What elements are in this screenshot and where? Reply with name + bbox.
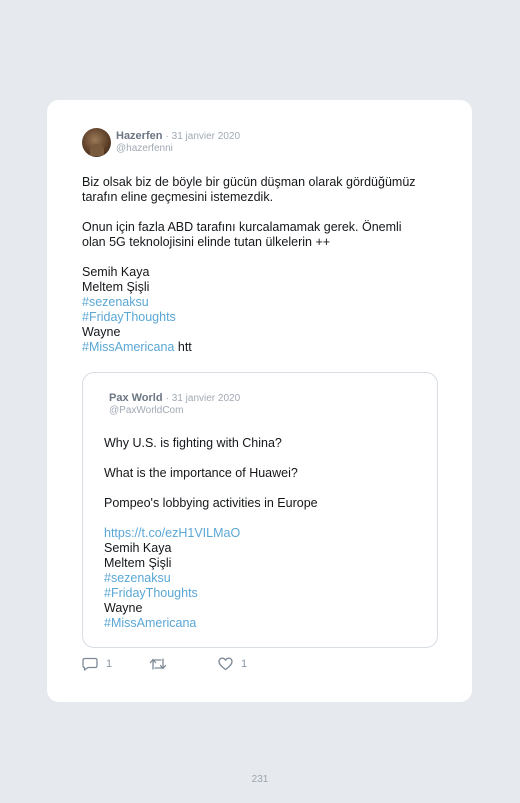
- tweet-text: Biz olsak biz de böyle bir gücün düşman …: [82, 175, 447, 355]
- tweet-paragraph: Biz olsak biz de böyle bir gücün düşman …: [82, 175, 447, 205]
- hashtag-link[interactable]: #sezenaksu: [104, 571, 424, 586]
- tweet-mentions: Semih Kaya Meltem Şişli #sezenaksu #Frid…: [82, 265, 447, 355]
- tweet-author: Hazerfen · 31 janvier 2020: [116, 130, 240, 143]
- hashtag-line: #MissAmericana htt: [82, 340, 447, 355]
- url-link[interactable]: https://t.co/ezH1VILMaO: [104, 526, 424, 541]
- name-line: Semih Kaya: [82, 265, 150, 279]
- quoted-paragraph: Pompeo's lobbying activities in Europe: [104, 496, 318, 510]
- text-line: Biz olsak biz de böyle bir gücün düşman …: [82, 175, 416, 189]
- name-line: Wayne: [82, 325, 121, 339]
- quoted-date[interactable]: · 31 janvier 2020: [166, 393, 241, 404]
- avatar[interactable]: [82, 128, 111, 157]
- like-button[interactable]: 1: [218, 657, 247, 671]
- retweet-icon: [149, 658, 167, 670]
- quoted-handle: @PaxWorldCom: [109, 405, 184, 416]
- hashtag-link[interactable]: #MissAmericana: [82, 340, 174, 354]
- like-count: 1: [241, 658, 248, 670]
- reply-icon: [82, 657, 98, 671]
- truncated-text: htt: [174, 340, 192, 354]
- name-line: Semih Kaya: [104, 541, 172, 555]
- name-line: Wayne: [104, 601, 143, 615]
- heart-icon: [218, 657, 233, 671]
- name-line: Meltem Şişli: [82, 280, 150, 294]
- text-line: Onun için fazla ABD tarafını kurcalamama…: [82, 220, 402, 234]
- hashtag-link[interactable]: #MissAmericana: [104, 616, 424, 631]
- tweet-actions: 1 1: [82, 657, 382, 673]
- tweet-paragraph: Onun için fazla ABD tarafını kurcalamama…: [82, 220, 447, 250]
- hashtag-link[interactable]: #FridayThoughts: [82, 310, 447, 325]
- quoted-author-name[interactable]: Pax World: [109, 392, 163, 404]
- quoted-paragraph: Why U.S. is fighting with China?: [104, 436, 282, 450]
- quoted-paragraph: What is the importance of Huawei?: [104, 466, 298, 480]
- hashtag-link[interactable]: #FridayThoughts: [104, 586, 424, 601]
- name-line: Meltem Şişli: [104, 556, 172, 570]
- hashtag-link[interactable]: #sezenaksu: [82, 295, 447, 310]
- quoted-text: Why U.S. is fighting with China? What is…: [104, 436, 424, 631]
- quoted-author: Pax World · 31 janvier 2020: [109, 392, 240, 405]
- text-line: tarafın eline geçmesini istemezdik.: [82, 190, 274, 204]
- quoted-tweet[interactable]: Pax World · 31 janvier 2020 @PaxWorldCom…: [82, 372, 438, 648]
- author-name[interactable]: Hazerfen: [116, 130, 162, 142]
- page-number: 231: [251, 774, 269, 785]
- reply-button[interactable]: 1: [82, 657, 112, 671]
- reply-count: 1: [106, 658, 113, 670]
- retweet-button[interactable]: [149, 657, 167, 671]
- author-handle: @hazerfenni: [116, 143, 173, 154]
- tweet-date[interactable]: · 31 janvier 2020: [166, 131, 241, 142]
- tweet-card: Hazerfen · 31 janvier 2020 @hazerfenni B…: [47, 100, 472, 702]
- text-line: olan 5G teknolojisini elinde tutan ülkel…: [82, 235, 331, 249]
